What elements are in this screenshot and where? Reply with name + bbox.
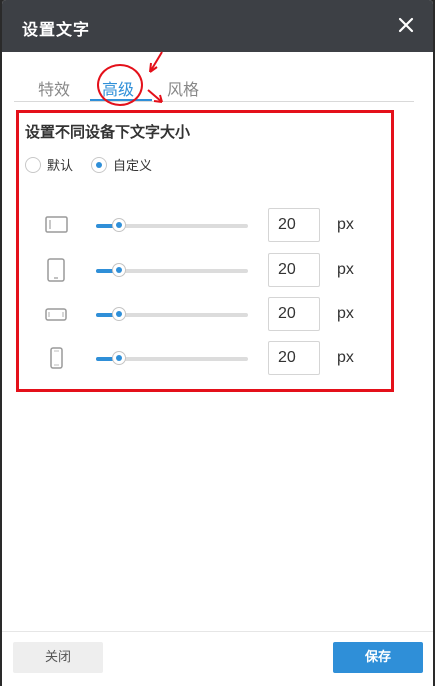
radio-custom-indicator[interactable] [91,156,107,173]
font-size-input-phone-landscape[interactable]: 20 [268,297,320,331]
font-size-input-phone-portrait[interactable]: 20 [268,341,320,375]
device-row-tablet: 20 px [43,253,373,287]
save-button[interactable]: 保存 [333,642,423,673]
device-row-desktop: 20 px [43,208,373,242]
font-size-input-tablet[interactable]: 20 [268,253,320,287]
radio-default-indicator[interactable] [25,156,41,173]
slider-handle[interactable] [112,218,126,232]
font-size-input-desktop[interactable]: 20 [268,208,320,242]
close-icon[interactable] [395,14,417,36]
font-size-slider-phone-landscape[interactable] [96,307,248,321]
annotation-arrows [147,51,163,103]
unit-label: px [337,305,354,322]
tab-effects[interactable]: 特效 [38,76,70,100]
radio-default-label: 默认 [47,159,74,174]
tablet-portrait-icon [47,258,65,282]
unit-label: px [337,216,354,233]
radio-default[interactable]: 默认 [25,155,73,174]
close-button[interactable]: 关闭 [13,642,103,673]
phone-landscape-icon [45,308,67,321]
dialog-footer: 关闭 保存 [2,631,433,686]
desktop-icon [45,216,68,233]
slider-handle[interactable] [112,307,126,321]
annotation-circle [97,64,143,106]
panel-title: 设置不同设备下文字大小 [25,123,191,141]
set-text-dialog: 设置文字 特效 高级 风格 设置不同设备下文字大小 默认 自定义 20 px 2… [2,0,433,686]
phone-portrait-icon [50,347,63,369]
radio-custom-label: 自定义 [113,159,153,174]
unit-label: px [337,261,354,278]
device-row-phone-portrait: 20 px [43,341,373,375]
slider-handle[interactable] [112,351,126,365]
font-size-slider-phone-portrait[interactable] [96,351,248,365]
device-row-phone-landscape: 20 px [43,297,373,331]
font-size-slider-desktop[interactable] [96,218,248,232]
radio-custom[interactable]: 自定义 [91,155,152,174]
slider-handle[interactable] [112,263,126,277]
mode-radio-group: 默认 自定义 [25,155,325,177]
font-size-slider-tablet[interactable] [96,263,248,277]
dialog-title: 设置文字 [22,20,91,39]
unit-label: px [337,349,354,366]
dialog-header: 设置文字 [2,0,433,52]
tab-bar: 特效 高级 风格 [14,52,414,102]
font-size-panel: 设置不同设备下文字大小 默认 自定义 20 px 20 px 20 px 20 … [16,110,394,392]
